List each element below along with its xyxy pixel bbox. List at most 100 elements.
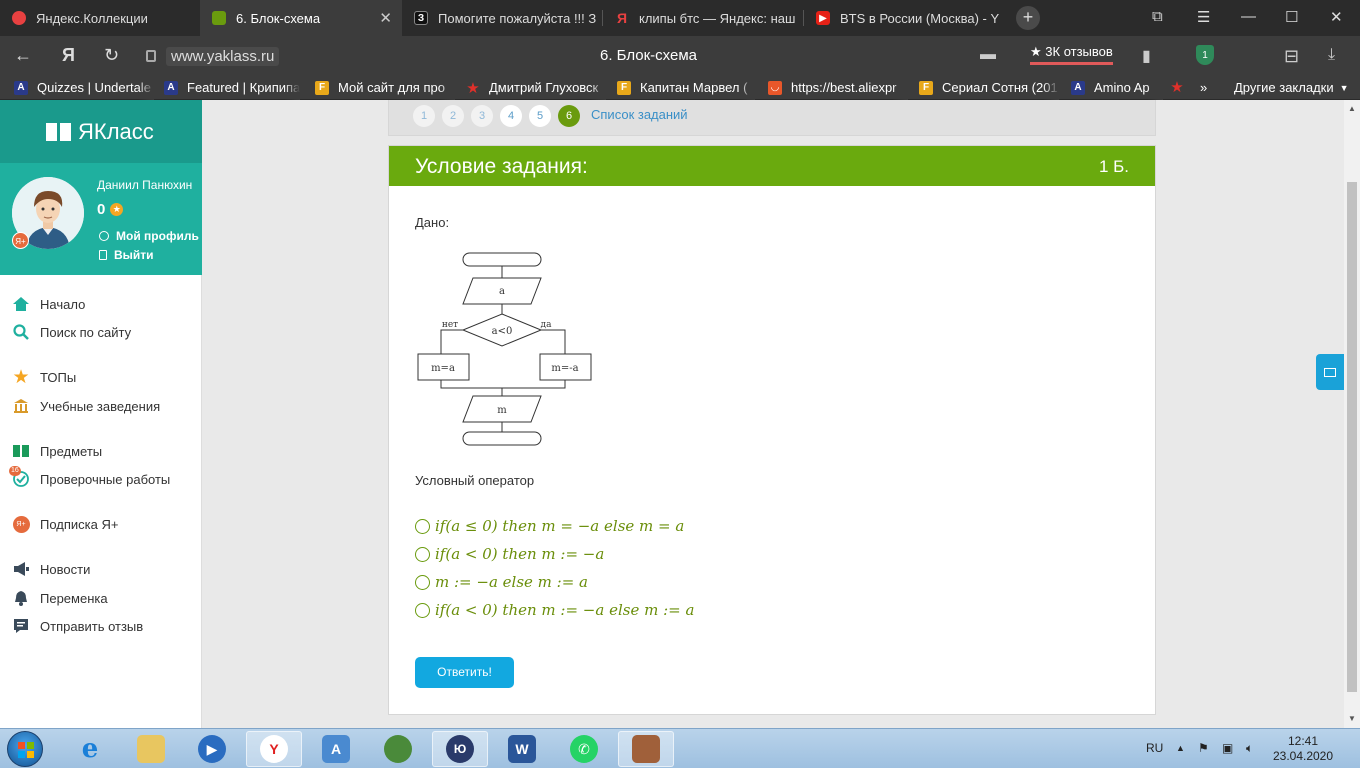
taskbar-game[interactable] (370, 731, 426, 767)
sidebar-item-tops[interactable]: ★ ТОПы (12, 366, 77, 388)
task-list-link[interactable]: Список заданий (591, 107, 688, 122)
sidebar-item-tests[interactable]: 16 Проверочные работы (9, 466, 170, 489)
flowchart-no-label: нет (442, 320, 458, 330)
sidebar-item-subjects[interactable]: Предметы (12, 441, 102, 461)
user-name[interactable]: Даниил Панюхин (97, 178, 192, 192)
answer-option-4[interactable]: if(a < 0) then m := −a else m := a (415, 601, 694, 619)
radio-button[interactable] (415, 602, 430, 618)
bookmark-the-100[interactable]: F Сериал Сотня (201 (919, 80, 1059, 95)
reload-icon[interactable]: ↻ (104, 45, 119, 66)
scroll-up-icon[interactable]: ▲ (1348, 104, 1356, 113)
close-tab-icon[interactable]: ✕ (379, 9, 392, 27)
tab-yandex-collections[interactable]: Яндекс.Коллекции (0, 0, 200, 36)
taskbar-word[interactable]: W (494, 731, 550, 767)
protect-shield-icon[interactable]: 1 (1196, 45, 1214, 65)
answer-option-2[interactable]: if(a < 0) then m := −a (415, 545, 604, 563)
page-3[interactable]: 3 (471, 105, 493, 127)
minimize-icon[interactable]: — (1241, 8, 1256, 25)
clock[interactable]: 12:41 23.04.2020 (1268, 734, 1338, 764)
windows-icon (18, 742, 34, 758)
taskbar-ie[interactable]: e (62, 731, 118, 767)
sidebar-item-ya-plus[interactable]: Я+ Подписка Я+ (12, 514, 118, 534)
radio-button[interactable] (415, 518, 430, 534)
tab-bts-clips[interactable]: Я клипы бтс — Яндекс: наш (603, 0, 803, 36)
radio-button[interactable] (415, 546, 430, 562)
yandex-home-icon[interactable]: Я (62, 45, 75, 66)
sidebar-item-label: ТОПы (40, 369, 77, 385)
answer-button[interactable]: Ответить! (415, 657, 514, 688)
star-icon: ★ (12, 366, 30, 388)
feedback-icon (12, 617, 30, 635)
language-indicator[interactable]: RU (1146, 741, 1163, 755)
scrollbar[interactable]: ▲ ▼ (1344, 100, 1360, 728)
network-icon[interactable]: ▣ (1222, 741, 1233, 755)
radio-button[interactable] (415, 574, 430, 590)
reviews-button[interactable]: ★ 3К отзывов (1030, 44, 1113, 65)
bookmark-glukhovsky[interactable]: ★ Дмитрий Глуховск (466, 80, 606, 95)
sidebar-item-schools[interactable]: Учебные заведения (12, 396, 160, 416)
volume-icon[interactable]: 🔈︎ (1246, 741, 1253, 756)
taskbar-photo-app[interactable] (618, 731, 674, 767)
tab-flowchart[interactable]: 6. Блок-схема ✕ (200, 0, 402, 36)
answer-option-1[interactable]: if(a ≤ 0) then m = −a else m = a (415, 517, 684, 535)
bookmark-starred[interactable]: ★ (1170, 80, 1193, 94)
sidebar-item-home[interactable]: Начало (12, 294, 85, 314)
sidebar-item-break[interactable]: Переменка (12, 588, 108, 608)
my-profile-link[interactable]: Мой профиль (99, 229, 199, 243)
fade (739, 76, 755, 100)
sidebar-item-news[interactable]: Новости (12, 559, 90, 579)
action-center-icon[interactable]: ⚑ (1198, 741, 1209, 755)
game-icon (384, 735, 412, 763)
collections-icon[interactable]: ⧉ (1152, 8, 1163, 25)
menu-icon[interactable]: ☰ (1197, 8, 1210, 26)
taskbar-wordpad[interactable]: A (308, 731, 364, 767)
close-window-icon[interactable]: ✕ (1330, 8, 1343, 26)
page-5[interactable]: 5 (529, 105, 551, 127)
logout-link[interactable]: Выйти (99, 248, 154, 262)
page-1[interactable]: 1 (413, 105, 435, 127)
tray-expand-icon[interactable]: ▲ (1176, 743, 1185, 753)
scroll-down-icon[interactable]: ▼ (1348, 714, 1356, 723)
extensions-icon[interactable]: ⊟ (1284, 46, 1299, 67)
page-6-current[interactable]: 6 (558, 105, 580, 127)
bookmark-aliexpress[interactable]: ◡ https://best.aliexpr (768, 80, 908, 95)
page-4[interactable]: 4 (500, 105, 522, 127)
tab-help[interactable]: З Помогите пожалуйста !!! З (402, 0, 602, 36)
page-2[interactable]: 2 (442, 105, 464, 127)
bookmark-quizzes[interactable]: A Quizzes | Undertale (14, 80, 154, 95)
bookmark-label: Капитан Марвел ( (640, 80, 748, 95)
bookmark-captain-marvel[interactable]: F Капитан Марвел ( (617, 80, 755, 95)
answer-option-3[interactable]: m := −a else m := a (415, 573, 588, 591)
taskbar: e ▶ Y A Ю W ✆ RU ▲ ⚑ ▣ 🔈︎ 12:41 23.04.20… (0, 728, 1360, 768)
taskbar-whatsapp[interactable]: ✆ (556, 731, 612, 767)
bookmark-label: https://best.aliexpr (791, 80, 897, 95)
bookmark-featured[interactable]: A Featured | Крипипа (164, 80, 300, 95)
feedback-mail-button[interactable] (1316, 354, 1344, 390)
tab-label: Яндекс.Коллекции (36, 10, 148, 26)
bookmark-my-site[interactable]: F Мой сайт для про (315, 80, 455, 95)
tab-bts-russia[interactable]: ▶ BTS в России (Москва) - Y (804, 0, 1002, 36)
start-button[interactable] (7, 731, 43, 767)
sidebar-item-label: Переменка (40, 590, 108, 606)
whatsapp-icon: ✆ (570, 735, 598, 763)
back-icon[interactable]: ← (14, 45, 32, 66)
sidebar-item-label: Поиск по сайту (40, 324, 132, 340)
sidebar-item-search[interactable]: Поиск по сайту (12, 322, 131, 342)
more-bookmarks-icon[interactable]: » (1200, 80, 1207, 95)
bookmark-icon[interactable]: ▮ (1142, 46, 1151, 66)
sidebar-item-feedback[interactable]: Отправить отзыв (12, 616, 143, 636)
url-field[interactable]: www.yaklass.ru (146, 46, 280, 66)
download-icon[interactable]: ⤓ (1328, 46, 1335, 64)
taskbar-media-player[interactable]: ▶ (184, 731, 240, 767)
taskbar-explorer[interactable] (123, 731, 179, 767)
other-bookmarks[interactable]: Другие закладки ▼ (1234, 80, 1349, 95)
comment-icon[interactable]: ▬ (980, 46, 996, 64)
maximize-icon[interactable]: ☐ (1285, 8, 1298, 26)
taskbar-yu-app[interactable]: Ю (432, 731, 488, 767)
scroll-thumb[interactable] (1347, 182, 1357, 692)
logo[interactable]: ЯКласс (46, 119, 154, 145)
flowchart-connector (440, 380, 566, 389)
new-tab-button[interactable]: + (1016, 6, 1040, 30)
yandex-browser-icon: Y (260, 735, 288, 763)
taskbar-yandex-browser[interactable]: Y (246, 731, 302, 767)
